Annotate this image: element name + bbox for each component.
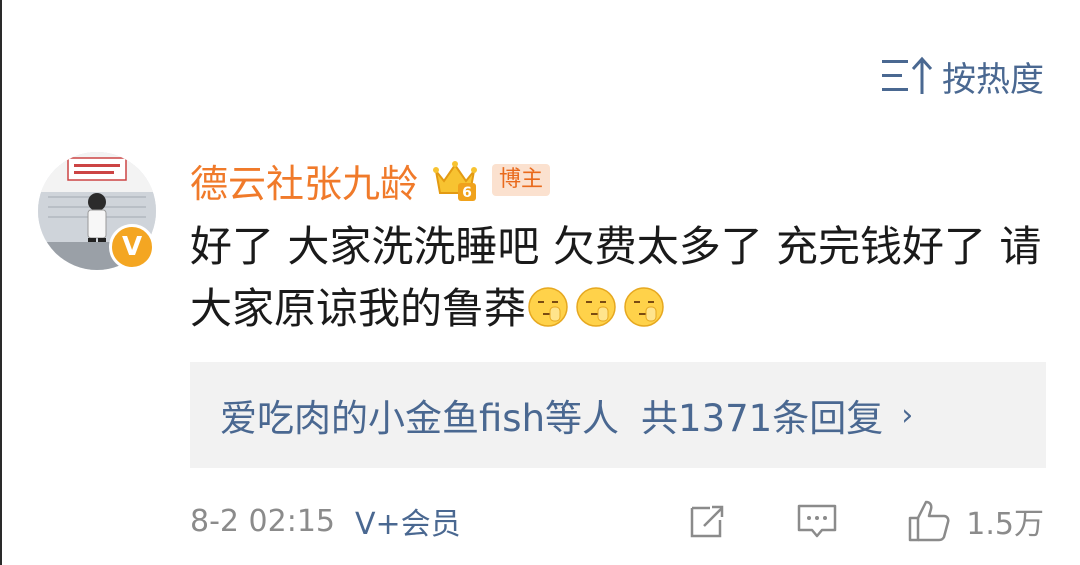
- like-count: 1.5万: [966, 507, 1044, 542]
- thumbs-up-icon[interactable]: [906, 498, 952, 544]
- crown-level-icon: 6: [432, 157, 478, 203]
- comment-header: 德云社张九龄 6 博主: [190, 150, 551, 210]
- sort-by-hot-button[interactable]: 按热度: [880, 52, 1044, 100]
- comment-icon[interactable]: [794, 498, 840, 544]
- shh-face-emoji: [576, 287, 616, 327]
- verified-badge-icon: V: [109, 224, 155, 270]
- blogger-tag: 博主: [492, 164, 551, 196]
- replies-link[interactable]: 爱吃肉的小金鱼fish等人 共1371条回复 ›: [190, 362, 1046, 468]
- vip-member-link[interactable]: V+会员: [355, 499, 461, 543]
- comment-actions: 1.5万: [684, 492, 1044, 550]
- shh-face-emoji: [528, 287, 568, 327]
- crown-level: 6: [462, 185, 472, 201]
- replies-count: 共1371条回复: [641, 397, 884, 440]
- shh-face-emoji: [624, 287, 664, 327]
- chevron-right-icon: ›: [901, 397, 914, 433]
- comment-content: 好了 大家洗洗睡吧 欠费太多了 充完钱好了 请大家原谅我的鲁莽: [190, 216, 1060, 340]
- sort-icon: [882, 56, 933, 94]
- sort-label: 按热度: [942, 59, 1044, 100]
- timestamp: 8-2 02:15: [190, 503, 335, 539]
- comment-footer: 8-2 02:15 V+会员: [190, 496, 461, 546]
- verified-mark: V: [121, 232, 143, 262]
- replies-summary: 爱吃肉的小金鱼fish等人: [220, 397, 620, 440]
- share-icon[interactable]: [684, 498, 730, 544]
- author-name[interactable]: 德云社张九龄: [190, 153, 418, 208]
